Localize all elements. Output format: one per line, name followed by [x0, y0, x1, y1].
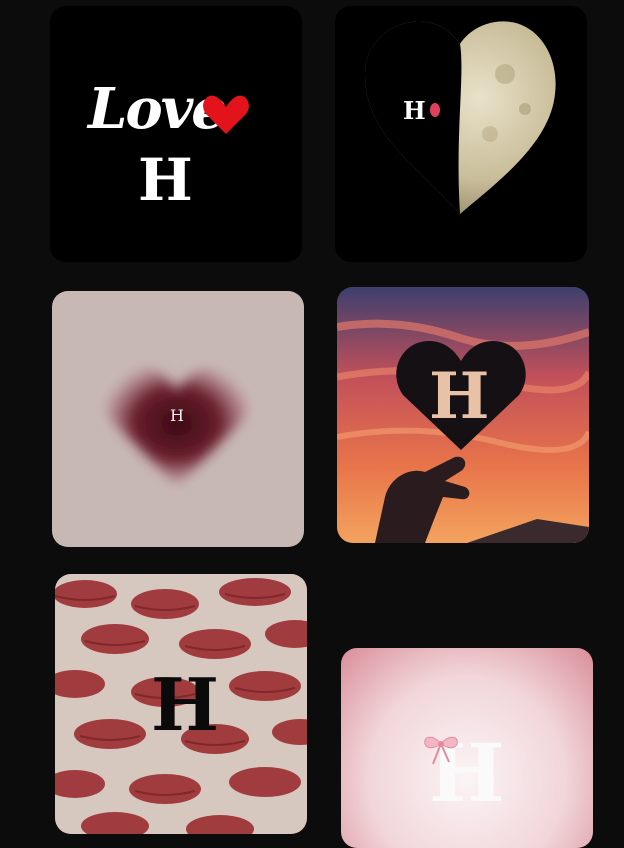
tile-letter: H	[138, 146, 193, 214]
sunset-heart-tile[interactable]: H	[337, 287, 589, 543]
heart-icon	[203, 95, 249, 134]
tile-letter: H	[403, 96, 426, 125]
hand-icon	[375, 456, 470, 543]
tile-letter: H	[170, 406, 184, 425]
lips-pattern-tile[interactable]: H	[55, 574, 307, 834]
pink-bow-tile[interactable]: H	[341, 648, 593, 848]
blurred-heart-tile[interactable]: H	[52, 291, 304, 547]
heart-icon	[430, 103, 440, 117]
moon-heart-icon	[365, 21, 556, 214]
love-h-tile[interactable]: Love H	[50, 6, 302, 262]
tile-letter: H	[151, 662, 220, 747]
tile-letter: H	[429, 359, 490, 434]
moon-heart-tile[interactable]: H	[335, 6, 587, 262]
bow-icon	[424, 736, 458, 765]
